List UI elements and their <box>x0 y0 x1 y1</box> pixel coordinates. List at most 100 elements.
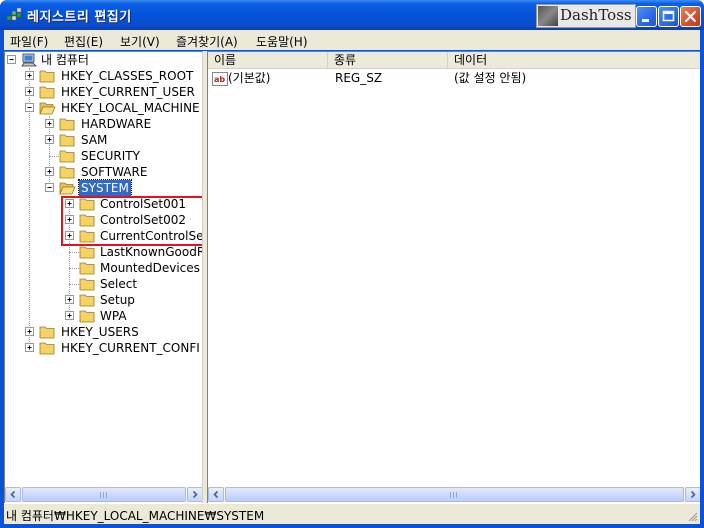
watermark-image <box>538 6 558 26</box>
grip <box>100 492 101 498</box>
folder-icon <box>79 294 95 307</box>
svg-text:ab: ab <box>214 75 225 84</box>
folder-icon <box>39 70 55 83</box>
red-highlight-box <box>61 196 202 246</box>
tree-label: 내 컴퓨터 <box>41 53 89 67</box>
tree-label: HKEY_CURRENT_USER <box>61 85 195 99</box>
tree-label: Select <box>100 277 138 291</box>
folder-icon <box>39 86 55 99</box>
status-path: 내 컴퓨터₩HKEY_LOCAL_MACHINE₩SYSTEM <box>6 509 265 523</box>
tree-item-hkey-users[interactable]: HKEY_USERS <box>5 324 202 340</box>
tree-item-hardware[interactable]: HARDWARE <box>5 116 202 132</box>
tree-item-setup[interactable]: Setup <box>5 292 202 308</box>
tree-item-system[interactable]: SYSTEM <box>5 179 202 197</box>
tree-label: MountedDevices <box>100 261 200 275</box>
expand-icon[interactable] <box>45 167 54 176</box>
tree-horizontal-scrollbar[interactable] <box>5 487 202 502</box>
folder-icon <box>59 150 75 163</box>
scroll-left-button[interactable] <box>208 487 224 502</box>
expand-icon[interactable] <box>45 135 54 144</box>
tree-item-wpa[interactable]: WPA <box>5 308 202 324</box>
open-folder-icon <box>59 182 76 195</box>
resize-grip-icon[interactable] <box>686 510 698 522</box>
column-header-name[interactable]: 이름 <box>208 52 328 69</box>
grip <box>450 492 451 498</box>
expand-icon[interactable] <box>25 343 34 352</box>
close-button[interactable] <box>680 6 701 27</box>
tree-item-hkey-classes-root[interactable]: HKEY_CLASSES_ROOT <box>5 68 202 84</box>
tree-label-selected: SYSTEM <box>78 179 132 197</box>
tree-item-my-computer[interactable]: 내 컴퓨터 <box>5 52 202 68</box>
grip <box>106 492 107 498</box>
maximize-button[interactable] <box>658 6 679 27</box>
expand-icon[interactable] <box>25 71 34 80</box>
menu-edit[interactable]: 편집(E) <box>64 33 103 50</box>
tree-item-select[interactable]: Select <box>5 276 202 292</box>
scroll-thumb[interactable] <box>225 487 684 502</box>
tree-item-lastknowngood[interactable]: LastKnownGoodR <box>5 244 202 260</box>
folder-icon <box>59 166 75 179</box>
chevron-left-icon <box>213 490 219 499</box>
tree-line <box>69 252 79 253</box>
title-bar[interactable]: 레지스트리 편집기 DashToss <box>0 0 704 30</box>
tree-item-sam[interactable]: SAM <box>5 132 202 148</box>
folder-icon <box>39 326 55 339</box>
chevron-left-icon <box>10 490 16 499</box>
minimize-button[interactable] <box>636 6 657 27</box>
menu-help[interactable]: 도움말(H) <box>256 33 308 50</box>
tree-label: SECURITY <box>81 149 140 163</box>
column-header-data[interactable]: 데이터 <box>448 52 700 69</box>
tree-label: HKEY_LOCAL_MACHINE <box>61 101 200 115</box>
tree-label: HKEY_CURRENT_CONFI <box>61 341 200 355</box>
grip <box>456 492 457 498</box>
watermark-text: DashToss <box>560 6 632 24</box>
list-header: 이름 종류 데이터 <box>208 52 700 69</box>
tree-line <box>69 268 79 269</box>
value-name[interactable]: (기본값) <box>228 70 270 86</box>
collapse-icon[interactable] <box>45 183 54 192</box>
registry-editor-window: 레지스트리 편집기 DashToss 파일(F) 편집(E) 보기(V) 즐겨찾… <box>0 0 704 528</box>
tree-item-mounteddevices[interactable]: MountedDevices <box>5 260 202 276</box>
tree-item-software[interactable]: SOFTWARE <box>5 164 202 180</box>
folder-icon <box>79 278 95 291</box>
scroll-right-button[interactable] <box>187 487 202 502</box>
collapse-icon[interactable] <box>7 55 16 64</box>
tree-line <box>69 284 79 285</box>
tree-label: HARDWARE <box>81 117 152 131</box>
folder-icon <box>79 310 95 323</box>
expand-icon[interactable] <box>45 119 54 128</box>
value-type: REG_SZ <box>335 71 383 85</box>
expand-icon[interactable] <box>25 327 34 336</box>
folder-icon <box>79 262 95 275</box>
menu-file[interactable]: 파일(F) <box>10 33 48 50</box>
expand-icon[interactable] <box>65 295 74 304</box>
tree-item-security[interactable]: SECURITY <box>5 148 202 164</box>
chevron-right-icon <box>192 490 198 499</box>
value-list[interactable]: 이름 종류 데이터 ab (기본값) REG_SZ (값 설정 안됨) <box>207 51 700 503</box>
tree-item-hkey-local-machine[interactable]: HKEY_LOCAL_MACHINE <box>5 100 202 116</box>
scroll-right-button[interactable] <box>685 487 700 502</box>
window-title: 레지스트리 편집기 <box>27 10 132 25</box>
minimize-icon <box>642 19 649 22</box>
string-value-icon: ab <box>212 72 228 86</box>
grip <box>453 492 454 498</box>
value-data: (값 설정 안됨) <box>454 71 527 85</box>
tree-label: SAM <box>81 133 108 147</box>
folder-icon <box>59 134 75 147</box>
list-horizontal-scrollbar[interactable] <box>208 487 700 502</box>
tree-label: SOFTWARE <box>81 165 148 179</box>
scroll-thumb[interactable] <box>22 487 186 502</box>
tree-item-hkey-current-config[interactable]: HKEY_CURRENT_CONFI <box>5 340 202 356</box>
expand-icon[interactable] <box>65 311 74 320</box>
registry-tree[interactable]: 내 컴퓨터 HKEY_CLASSES_ROOT HKEY_CURRENT_USE… <box>4 51 203 503</box>
scroll-left-button[interactable] <box>5 487 21 502</box>
grip <box>103 492 104 498</box>
tree-label: HKEY_USERS <box>61 325 139 339</box>
expand-icon[interactable] <box>25 87 34 96</box>
collapse-icon[interactable] <box>25 103 34 112</box>
menu-favorites[interactable]: 즐겨찾기(A) <box>176 33 238 50</box>
tree-item-hkey-current-user[interactable]: HKEY_CURRENT_USER <box>5 84 202 100</box>
column-header-type[interactable]: 종류 <box>328 52 448 69</box>
menu-view[interactable]: 보기(V) <box>120 33 160 50</box>
watermark: DashToss <box>536 4 636 28</box>
